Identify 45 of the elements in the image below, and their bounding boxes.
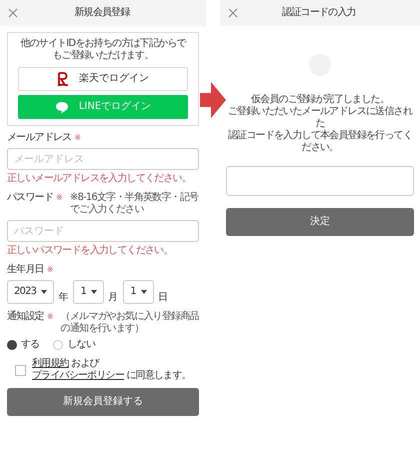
radio-label[interactable]: する xyxy=(21,339,40,351)
required-mark: ※ xyxy=(74,133,80,143)
rakuten-login-button[interactable]: 楽天でログイン xyxy=(18,67,188,91)
required-mark: ※ xyxy=(46,312,53,322)
caret-icon xyxy=(140,290,147,294)
page-title: 認証コードの入力 xyxy=(281,7,357,19)
message-line: 認証コードを入力して本会員登録を行ってください。 xyxy=(226,130,413,154)
r-logo-icon xyxy=(57,72,69,86)
date-select[interactable]: 1 xyxy=(73,280,104,304)
code-field[interactable] xyxy=(226,166,414,196)
agreement-text: 利用規約 および プライバシーポリシー に同意します。 xyxy=(32,358,191,382)
caret-icon xyxy=(41,290,48,294)
terms-link[interactable]: プライバシーポリシー xyxy=(32,370,124,381)
error-message: 正しいメールアドレスを入力してください。 xyxy=(7,173,192,185)
date-select[interactable]: 1 xyxy=(123,280,154,304)
terms-link[interactable]: 利用規約 xyxy=(32,358,69,369)
password-hint: ※8-16文字・半角英数字・記号でご入力ください xyxy=(70,192,199,216)
required-mark: ※ xyxy=(56,193,62,203)
message-line: ご登録いただいたメールアドレスに送信された xyxy=(226,106,414,130)
notification-hint: （メルマガやお気に入り登録商品の通知を行います） xyxy=(60,311,199,335)
password-field[interactable]: パスワード xyxy=(7,220,199,242)
close-icon[interactable] xyxy=(228,8,238,18)
radio-button[interactable] xyxy=(7,340,17,350)
date-unit: 年 xyxy=(58,292,68,304)
right-arrow-icon xyxy=(200,82,226,118)
register-button[interactable]: 新規会員登録する xyxy=(7,388,199,416)
error-message: 正しいパスワードを入力してください。 xyxy=(7,245,174,257)
close-icon[interactable] xyxy=(8,8,18,18)
field-label: メールアドレス xyxy=(7,132,72,144)
message-line: 仮会員のご登録が完了しました。 xyxy=(250,94,390,106)
date-unit: 日 xyxy=(158,292,167,304)
field-label: 生年月日 xyxy=(7,264,44,276)
date-select[interactable]: 2023 xyxy=(7,280,54,304)
field-label: パスワード xyxy=(7,192,54,204)
confirm-button[interactable]: 決定 xyxy=(226,208,414,236)
field-label: 通知設定 xyxy=(7,311,44,323)
date-unit: 月 xyxy=(108,292,118,304)
page-title: 新規会員登録 xyxy=(73,7,132,19)
agree-checkbox[interactable] xyxy=(15,364,26,376)
radio-label[interactable]: しない xyxy=(67,339,96,351)
social-login-note: 他のサイトIDをお持ちの方は下記からでもご登録いただけます。 xyxy=(19,38,188,62)
email-field[interactable]: メールアドレス xyxy=(7,148,199,170)
required-mark: ※ xyxy=(46,265,53,275)
caret-icon xyxy=(91,290,98,294)
chat-bubble-icon xyxy=(54,100,69,114)
